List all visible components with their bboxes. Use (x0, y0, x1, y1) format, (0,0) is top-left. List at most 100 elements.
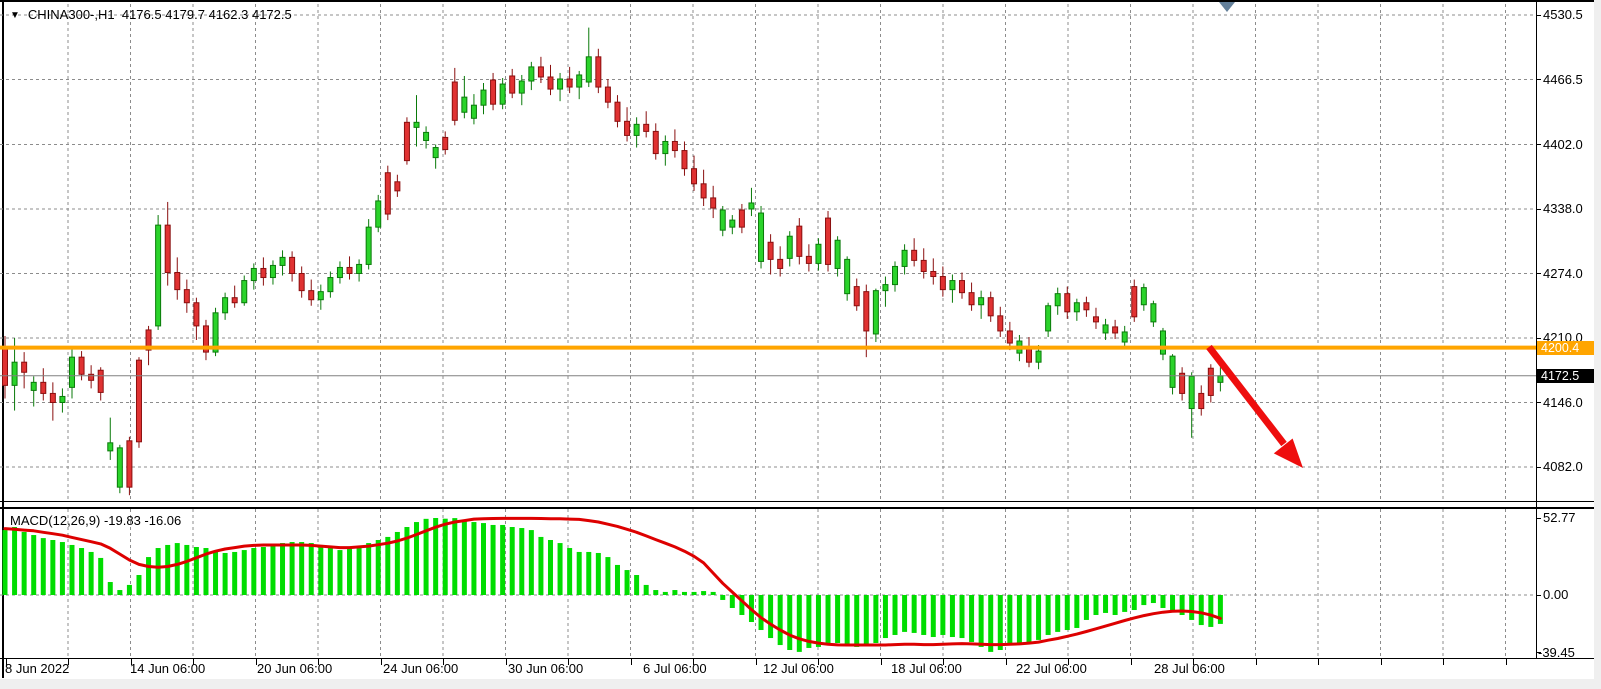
macd-histogram-bar (366, 543, 371, 595)
candle-body (357, 264, 362, 273)
arrow-annotation-head[interactable] (1274, 439, 1303, 469)
candle-body (912, 250, 917, 260)
candle-body (1170, 356, 1175, 387)
price-axis-label: 4082.0 (1543, 460, 1583, 474)
macd-histogram-bar (471, 522, 476, 595)
candle-body (366, 227, 371, 264)
candle-body (682, 151, 687, 169)
macd-histogram-bar (1170, 595, 1175, 610)
macd-histogram-bar (998, 595, 1003, 650)
candle-body (261, 268, 266, 277)
candle-body (519, 81, 524, 93)
candle-body (605, 87, 610, 102)
time-tick (631, 659, 632, 665)
candle-body (759, 213, 764, 261)
macd-histogram-bar (299, 542, 304, 595)
macd-histogram-bar (826, 595, 831, 645)
candle-body (567, 79, 572, 87)
macd-histogram-bar (960, 595, 965, 638)
candle-body (50, 393, 55, 402)
macd-histogram-bar (586, 552, 591, 595)
bottom-border (0, 658, 1601, 659)
candle-body (854, 287, 859, 306)
candle-body (1093, 317, 1098, 322)
candle-body (347, 267, 352, 273)
price-tick (1536, 273, 1541, 274)
macd-histogram-bar (682, 592, 687, 595)
macd-histogram-bar (146, 557, 151, 595)
macd-histogram-bar (79, 548, 84, 595)
macd-histogram-bar (98, 558, 103, 595)
candle-body (701, 184, 706, 198)
candle-body (481, 90, 486, 105)
candle-body (797, 226, 802, 256)
candle-body (586, 57, 591, 82)
macd-histogram-bar (529, 530, 534, 595)
macd-histogram-bar (1199, 595, 1204, 625)
macd-histogram-bar (175, 543, 180, 595)
candle-body (672, 141, 677, 150)
candle-body (1113, 327, 1118, 333)
time-tick (1256, 659, 1257, 665)
time-tick (1443, 659, 1444, 665)
macd-histogram-bar (893, 595, 898, 635)
time-axis-label: 30 Jun 06:00 (508, 662, 583, 676)
symbol-dropdown-icon[interactable]: ▼ (10, 10, 20, 21)
macd-histogram-bar (12, 527, 17, 595)
chart-shift-marker-icon[interactable] (1219, 2, 1235, 12)
macd-histogram-bar (347, 548, 352, 595)
price-axis-label: 4466.5 (1543, 73, 1583, 87)
price-tick (1536, 467, 1541, 468)
candle-body (988, 298, 993, 316)
macd-histogram-bar (491, 525, 496, 595)
macd-histogram-bar (577, 552, 582, 595)
candle-body (328, 278, 333, 292)
macd-histogram-bar (22, 532, 27, 595)
time-axis-label: 20 Jun 06:00 (257, 662, 332, 676)
macd-histogram-bar (931, 595, 936, 637)
time-tick (756, 659, 757, 665)
macd-histogram-bar (318, 545, 323, 595)
macd-histogram-bar (653, 590, 658, 595)
bottom-edge-strip (0, 679, 1601, 689)
macd-histogram-bar (376, 540, 381, 595)
macd-chart-area[interactable] (0, 509, 1536, 658)
candle-body (385, 173, 390, 214)
candle-body (1218, 376, 1223, 383)
macd-histogram-bar (730, 595, 735, 608)
price-tick (1536, 15, 1541, 16)
candle-body (538, 67, 543, 77)
macd-histogram-bar (921, 595, 926, 635)
price-axis-label: 4338.0 (1543, 202, 1583, 216)
candle-body (184, 290, 189, 303)
price-chart-area[interactable] (0, 1, 1536, 502)
macd-histogram-bar (108, 582, 113, 595)
arrow-annotation-shaft[interactable] (1209, 347, 1284, 444)
candle-body (969, 293, 974, 305)
price-axis-label: 4274.0 (1543, 267, 1583, 281)
candle-body (41, 382, 46, 393)
macd-histogram-bar (615, 565, 620, 595)
macd-histogram-bar (510, 527, 515, 595)
candle-body (835, 240, 840, 268)
macd-histogram-bar (328, 548, 333, 595)
candle-body (156, 225, 161, 326)
candle-body (462, 97, 467, 112)
candle-body (663, 141, 668, 153)
time-tick (381, 659, 382, 665)
candle-body (845, 259, 850, 293)
candle-body (826, 218, 831, 264)
candle-body (1180, 373, 1185, 393)
chart-title: ▼CHINA300-,H1 4176.5 4179.7 4162.3 4172.… (10, 7, 292, 22)
candle-body (491, 80, 496, 104)
price-tick (1536, 402, 1541, 403)
macd-histogram-bar (1055, 595, 1060, 632)
macd-histogram-bar (290, 542, 295, 595)
candle-body (60, 396, 65, 402)
macd-histogram-bar (701, 591, 706, 595)
candle-body (596, 57, 601, 87)
candle-body (471, 105, 476, 118)
hline-price-badge: 4200.4 (1537, 341, 1594, 355)
macd-histogram-bar (60, 542, 65, 595)
macd-histogram-bar (443, 519, 448, 595)
